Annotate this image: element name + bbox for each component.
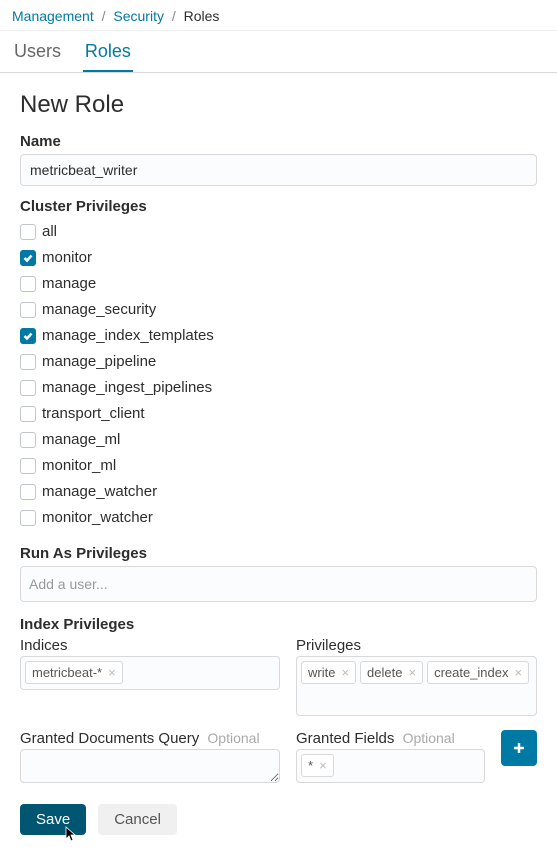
indices-label: Indices: [20, 637, 280, 654]
tag-label: write: [308, 665, 335, 680]
breadcrumb-roles: Roles: [184, 8, 220, 24]
checkbox-label-manage_security: manage_security: [42, 299, 156, 321]
tag[interactable]: metricbeat-* ×: [25, 661, 123, 684]
indices-input[interactable]: metricbeat-* ×: [20, 656, 280, 690]
plus-icon: [511, 740, 527, 756]
add-index-priv-button[interactable]: [501, 730, 537, 766]
name-input[interactable]: [20, 154, 537, 186]
tag[interactable]: write ×: [301, 661, 356, 684]
run-as-label: Run As Privileges: [20, 545, 537, 562]
name-label: Name: [20, 133, 537, 150]
checkbox-label-manage: manage: [42, 273, 96, 295]
checkbox-manage_index_templates[interactable]: [20, 328, 36, 344]
checkbox-manage_ml[interactable]: [20, 432, 36, 448]
checkbox-manage[interactable]: [20, 276, 36, 292]
chk-row-monitor_watcher: monitor_watcher: [20, 505, 537, 531]
tag-label: create_index: [434, 665, 508, 680]
tag-label: *: [308, 758, 313, 773]
tab-roles[interactable]: Roles: [83, 35, 133, 72]
index-priv-label: Index Privileges: [20, 616, 537, 633]
granted-fields-label: Granted Fields Optional: [296, 730, 485, 747]
checkbox-all[interactable]: [20, 224, 36, 240]
granted-docs-input[interactable]: [20, 749, 280, 783]
chk-row-monitor: monitor: [20, 245, 537, 271]
checkbox-manage_pipeline[interactable]: [20, 354, 36, 370]
run-as-input[interactable]: Add a user...: [20, 566, 537, 602]
cluster-priv-label: Cluster Privileges: [20, 198, 537, 215]
checkbox-monitor[interactable]: [20, 250, 36, 266]
chk-row-monitor_ml: monitor_ml: [20, 453, 537, 479]
breadcrumb-management[interactable]: Management: [12, 8, 94, 24]
checkbox-label-manage_ingest_pipelines: manage_ingest_pipelines: [42, 377, 212, 399]
cursor-icon: [62, 826, 80, 844]
chk-row-manage_watcher: manage_watcher: [20, 479, 537, 505]
checkbox-label-monitor_ml: monitor_ml: [42, 455, 116, 477]
tag[interactable]: create_index ×: [427, 661, 529, 684]
checkbox-transport_client[interactable]: [20, 406, 36, 422]
checkbox-manage_ingest_pipelines[interactable]: [20, 380, 36, 396]
page-title: New Role: [20, 91, 537, 119]
checkbox-manage_security[interactable]: [20, 302, 36, 318]
remove-icon[interactable]: ×: [515, 665, 523, 680]
checkbox-label-monitor_watcher: monitor_watcher: [42, 507, 153, 529]
cluster-priv-list: all monitor manage manage_security manage_in…: [20, 219, 537, 531]
breadcrumb-sep: /: [102, 8, 106, 24]
privileges-label: Privileges: [296, 637, 537, 654]
checkbox-label-transport_client: transport_client: [42, 403, 145, 425]
chk-row-manage_index_templates: manage_index_templates: [20, 323, 537, 349]
cancel-button[interactable]: Cancel: [98, 804, 177, 835]
breadcrumb-sep: /: [172, 8, 176, 24]
tabs: Users Roles: [0, 31, 557, 73]
tag[interactable]: delete ×: [360, 661, 423, 684]
checkbox-label-manage_ml: manage_ml: [42, 429, 120, 451]
remove-icon[interactable]: ×: [319, 758, 327, 773]
tag-label: metricbeat-*: [32, 665, 102, 680]
checkbox-monitor_watcher[interactable]: [20, 510, 36, 526]
chk-row-transport_client: transport_client: [20, 401, 537, 427]
checkbox-label-manage_pipeline: manage_pipeline: [42, 351, 156, 373]
remove-icon[interactable]: ×: [408, 665, 416, 680]
run-as-placeholder: Add a user...: [29, 576, 108, 592]
breadcrumb-security[interactable]: Security: [113, 8, 164, 24]
chk-row-manage_pipeline: manage_pipeline: [20, 349, 537, 375]
tag[interactable]: *×: [301, 754, 334, 777]
remove-icon[interactable]: ×: [108, 665, 116, 680]
chk-row-manage_ingest_pipelines: manage_ingest_pipelines: [20, 375, 537, 401]
granted-fields-input[interactable]: *×: [296, 749, 485, 783]
granted-docs-label: Granted Documents Query Optional: [20, 730, 280, 747]
checkbox-label-manage_watcher: manage_watcher: [42, 481, 157, 503]
privileges-input[interactable]: write × delete × create_index ×: [296, 656, 537, 716]
tab-users[interactable]: Users: [12, 35, 63, 70]
checkbox-label-manage_index_templates: manage_index_templates: [42, 325, 214, 347]
checkbox-manage_watcher[interactable]: [20, 484, 36, 500]
chk-row-all: all: [20, 219, 537, 245]
tag-label: delete: [367, 665, 402, 680]
checkbox-label-monitor: monitor: [42, 247, 92, 269]
breadcrumb: Management / Security / Roles: [0, 0, 557, 31]
checkbox-label-all: all: [42, 221, 57, 243]
remove-icon[interactable]: ×: [341, 665, 349, 680]
checkbox-monitor_ml[interactable]: [20, 458, 36, 474]
chk-row-manage_security: manage_security: [20, 297, 537, 323]
chk-row-manage_ml: manage_ml: [20, 427, 537, 453]
chk-row-manage: manage: [20, 271, 537, 297]
